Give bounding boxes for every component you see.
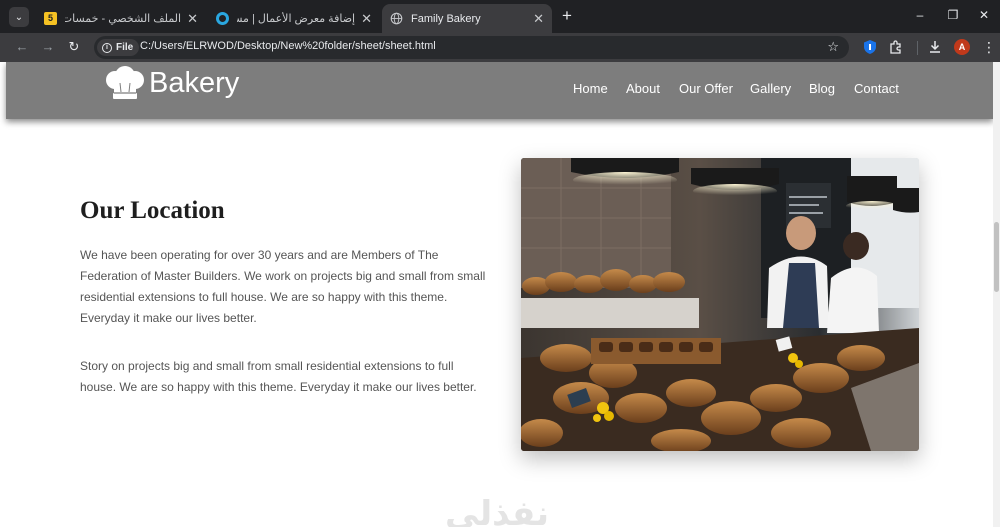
nav-contact[interactable]: Contact [854, 81, 899, 96]
close-icon[interactable]: ✕ [187, 11, 198, 27]
tab-title: الملف الشخصي - خمسات [65, 13, 182, 25]
mostaql-favicon-icon [216, 12, 229, 25]
page-scrollbar[interactable] [993, 62, 1000, 527]
download-icon[interactable] [927, 39, 943, 55]
tab-mostaql[interactable]: إضافة معرض الأعمال | مستقل ✕ [208, 4, 380, 33]
globe-icon [390, 12, 403, 25]
info-icon: i [102, 42, 112, 53]
section-paragraph-2: Story on projects big and small from sma… [80, 359, 477, 394]
restore-button[interactable]: ❐ [945, 8, 961, 22]
tab-title: إضافة معرض الأعمال | مستقل [237, 13, 356, 25]
tab-family-bakery[interactable]: Family Bakery ✕ [382, 4, 552, 33]
window-close-button[interactable]: ✕ [976, 8, 992, 22]
extensions-icon[interactable] [888, 39, 904, 55]
nav-blog[interactable]: Blog [809, 81, 835, 96]
close-icon[interactable]: ✕ [361, 11, 372, 27]
site-info-chip[interactable]: i File [97, 39, 140, 56]
menu-icon[interactable]: ⋮ [981, 39, 997, 55]
site-header: Bakery Home About Our Offer Gallery Blog… [6, 62, 993, 119]
close-icon[interactable]: ✕ [533, 11, 544, 27]
khamsat-favicon-icon: 5 [44, 12, 57, 25]
chef-hat-icon [106, 66, 144, 99]
back-arrow-icon[interactable]: ← [14, 39, 30, 55]
tab-khamsat[interactable]: 5 الملف الشخصي - خمسات ✕ [36, 4, 206, 33]
new-tab-button[interactable]: + [558, 7, 576, 25]
logo-text: Bakery [149, 66, 240, 99]
page-viewport: Bakery Home About Our Offer Gallery Blog… [0, 62, 993, 527]
nav-our-offer[interactable]: Our Offer [679, 81, 733, 96]
address-bar[interactable]: i File C:/Users/ELRWOD/Desktop/New%20fol… [94, 36, 849, 59]
shield-icon[interactable] [862, 39, 878, 55]
nav-gallery[interactable]: Gallery [750, 81, 791, 96]
section-title: Our Location [80, 197, 225, 224]
url-text[interactable]: C:/Users/ELRWOD/Desktop/New%20folder/she… [140, 40, 436, 52]
minimize-button[interactable]: – [912, 8, 928, 22]
toolbar-divider [917, 41, 918, 55]
forward-arrow-icon[interactable]: → [40, 39, 56, 55]
section-paragraph-1: We have been operating for over 30 years… [80, 248, 486, 325]
watermark-text: نفذلي [445, 495, 550, 527]
tab-title: Family Bakery [411, 12, 481, 25]
bakery-photo [521, 158, 919, 451]
profile-avatar[interactable]: A [954, 39, 970, 55]
bakery-scene-image [521, 158, 919, 451]
star-icon[interactable]: ☆ [827, 39, 839, 55]
scheme-label: File [116, 42, 134, 53]
scrollbar-thumb[interactable] [994, 222, 999, 292]
nav-home[interactable]: Home [573, 81, 608, 96]
tab-search-button[interactable]: ⌄ [9, 7, 29, 27]
site-logo[interactable]: Bakery [104, 66, 239, 100]
nav-about[interactable]: About [626, 81, 660, 96]
browser-toolbar: ← → ↻ i File C:/Users/ELRWOD/Desktop/New… [0, 33, 1000, 62]
browser-tab-bar: ⌄ 5 الملف الشخصي - خمسات ✕ إضافة معرض ال… [0, 0, 1000, 33]
reload-icon[interactable]: ↻ [66, 39, 82, 55]
